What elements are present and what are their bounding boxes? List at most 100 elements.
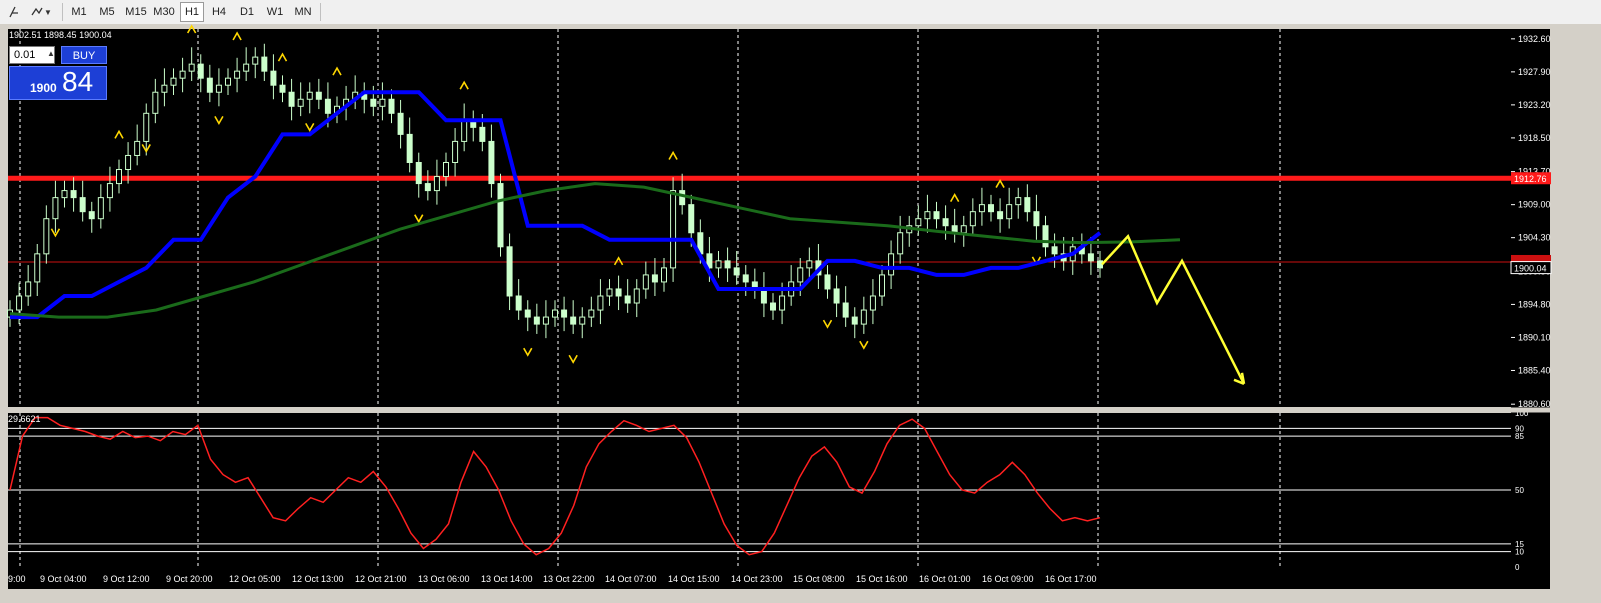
x-tick-label: 9 Oct 20:00 xyxy=(166,574,213,584)
tf-h1-button[interactable]: H1 xyxy=(180,2,204,22)
candle-body xyxy=(297,98,304,107)
tf-mn-button[interactable]: MN xyxy=(290,2,316,22)
candle-body xyxy=(1087,253,1094,262)
candle-body xyxy=(833,288,840,304)
crosshair-icon[interactable] xyxy=(4,2,26,22)
tf-d1-button[interactable]: D1 xyxy=(234,2,260,22)
y-tick-label: 1923.20 xyxy=(1518,100,1551,110)
candle-body xyxy=(234,70,241,79)
candle-body xyxy=(606,288,613,297)
buy-price-pips: 84 xyxy=(62,66,94,97)
buy-button[interactable]: BUY xyxy=(61,46,107,64)
candle-body xyxy=(860,309,867,325)
main-price-pane xyxy=(8,29,1511,407)
candle-body xyxy=(143,112,150,142)
ohlc-readout: 1902.51 1898.45 1900.04 xyxy=(9,30,112,40)
y-tick-label: 1909.00 xyxy=(1518,200,1551,210)
candle-body xyxy=(188,63,195,72)
candle-body xyxy=(415,161,422,185)
candle-body xyxy=(770,302,776,311)
tf-m5-button[interactable]: M5 xyxy=(94,2,120,22)
candle-body xyxy=(642,274,649,290)
candle-body xyxy=(988,204,994,213)
candle-body xyxy=(806,260,813,269)
candle-body xyxy=(960,225,967,234)
candle-body xyxy=(1006,204,1013,220)
candle-body xyxy=(869,295,876,311)
y-tick-label: 1927.90 xyxy=(1518,67,1551,77)
candle-body xyxy=(742,274,749,283)
candle-body xyxy=(461,119,468,142)
candle-body xyxy=(670,190,677,269)
candle-body xyxy=(324,98,331,114)
oscillator-level-label: 0 xyxy=(1515,563,1520,572)
candle-body xyxy=(452,140,459,163)
candle-body xyxy=(397,112,404,135)
candle-body xyxy=(315,91,322,100)
candle-body xyxy=(1097,260,1103,269)
candle-body xyxy=(97,197,104,220)
candle-body xyxy=(588,309,595,318)
candle-body xyxy=(1042,225,1049,248)
candle-body xyxy=(888,253,895,276)
candle-body xyxy=(842,302,849,318)
candle-body xyxy=(243,63,250,72)
candle-body xyxy=(624,295,631,304)
candle-body xyxy=(924,211,931,220)
candle-body xyxy=(225,77,231,86)
lot-stepper-icon[interactable]: ▲ xyxy=(47,47,55,61)
candle-body xyxy=(34,253,41,283)
candle-body xyxy=(16,295,23,311)
tf-m15-button[interactable]: M15 xyxy=(122,2,150,22)
candle-body xyxy=(797,267,804,283)
candle-body xyxy=(61,190,68,199)
candle-body xyxy=(688,204,695,234)
tf-m1-button[interactable]: M1 xyxy=(66,2,92,22)
candle-body xyxy=(851,316,858,325)
candle-body xyxy=(170,77,177,86)
candle-body xyxy=(942,218,949,227)
candle-body xyxy=(206,77,213,93)
resistance-price-label: 1912.76 xyxy=(1514,174,1547,184)
candle-body xyxy=(542,316,549,325)
x-tick-label: 16 Oct 09:00 xyxy=(982,574,1034,584)
candle-body xyxy=(388,98,395,114)
candle-body xyxy=(1015,197,1022,206)
oscillator-level-label: 85 xyxy=(1515,432,1524,441)
candle-body xyxy=(370,98,377,107)
x-tick-label: 13 Oct 14:00 xyxy=(481,574,533,584)
tf-m30-button[interactable]: M30 xyxy=(150,2,178,22)
y-tick-label: 1894.80 xyxy=(1518,299,1551,309)
x-tick-label: 9:00 xyxy=(8,574,26,584)
candle-body xyxy=(497,183,504,248)
x-tick-label: 12 Oct 21:00 xyxy=(355,574,407,584)
toolbar-separator xyxy=(320,3,321,21)
chart-canvas[interactable]: 1932.601927.901923.201918.501913.701909.… xyxy=(0,24,1601,603)
candle-body xyxy=(279,84,286,93)
x-tick-label: 9 Oct 04:00 xyxy=(40,574,87,584)
candle-body xyxy=(179,70,186,79)
candle-body xyxy=(306,91,313,100)
candle-body xyxy=(824,274,831,290)
candle-body xyxy=(879,274,885,297)
candle-body xyxy=(633,288,640,304)
candle-body xyxy=(424,183,431,192)
candle-body xyxy=(715,260,722,269)
candle-body xyxy=(506,246,513,297)
x-tick-label: 15 Oct 16:00 xyxy=(856,574,908,584)
candle-body xyxy=(70,190,77,199)
candle-body xyxy=(197,63,204,79)
buy-price-button[interactable]: 1900 84 xyxy=(9,66,107,100)
candle-body xyxy=(570,316,577,325)
x-tick-label: 12 Oct 05:00 xyxy=(229,574,281,584)
chart-window[interactable]: 1932.60 1927.90 1923.20 1918.50 1913.70 1909.… xyxy=(0,24,1601,603)
candle-body xyxy=(79,197,86,213)
candle-body xyxy=(533,316,540,325)
tf-h4-button[interactable]: H4 xyxy=(206,2,232,22)
tf-w1-button[interactable]: W1 xyxy=(262,2,288,22)
bid-price-tag xyxy=(1511,254,1551,262)
dropdown-arrow-icon[interactable]: ▼ xyxy=(42,2,54,22)
x-tick-label: 12 Oct 13:00 xyxy=(292,574,344,584)
x-tick-label: 14 Oct 15:00 xyxy=(668,574,720,584)
candle-body xyxy=(43,218,50,255)
